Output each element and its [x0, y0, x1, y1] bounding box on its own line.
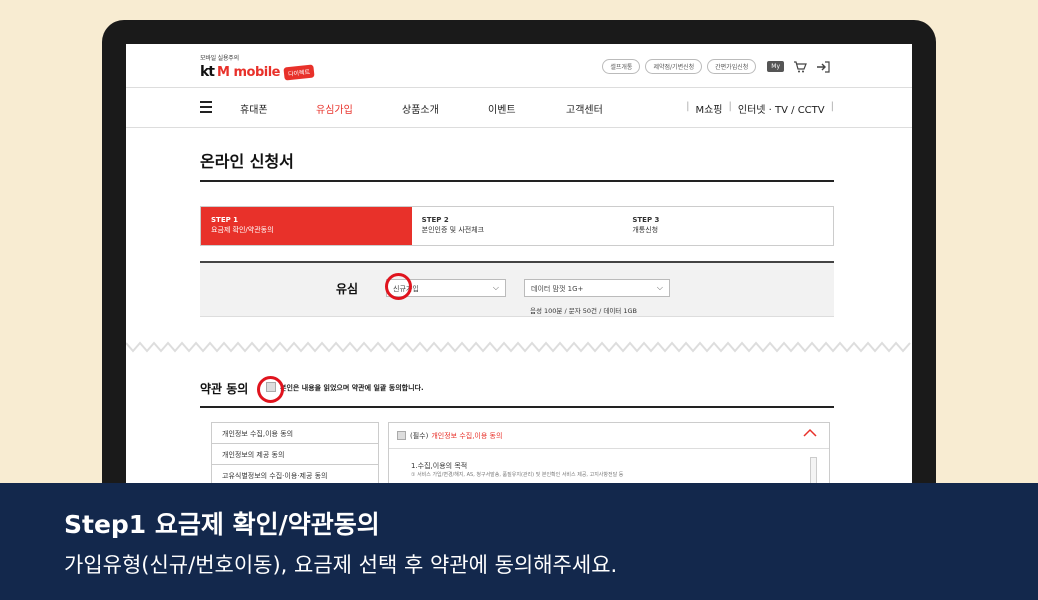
my-page-button[interactable]: My [767, 61, 784, 72]
scrollbar[interactable] [810, 457, 817, 484]
term-item[interactable]: 고유식별정보의 수집·이용·제공 동의 [211, 464, 379, 484]
nav-item-internet-tv[interactable]: 인터넷 · TV / CCTV [738, 101, 825, 116]
nav-item-support[interactable]: 고객센터 [566, 101, 603, 116]
brand[interactable]: 모바일 실용주의 kt M mobile 다이렉트 [200, 53, 315, 81]
highlight-circle [385, 273, 412, 300]
caption-title: Step1 요금제 확인/약관동의 [64, 510, 380, 539]
required-tag: (필수) [410, 431, 429, 440]
step-label: 개통신청 [632, 226, 659, 234]
step-number: STEP 3 [632, 216, 660, 224]
login-icon[interactable] [816, 60, 830, 73]
agreement-title: 약관 동의 [200, 382, 249, 396]
step-number: STEP 1 [211, 216, 239, 224]
step-indicator: STEP 1 요금제 확인/약관동의 STEP 2 본인인증 및 사전체크 ST… [200, 206, 834, 246]
step-number: STEP 2 [421, 216, 449, 224]
nav-separator: | [686, 101, 690, 112]
term-detail-title: 개인정보 수집,이용 동의 [431, 431, 503, 440]
logo-badge: 다이렉트 [283, 63, 315, 81]
logo-brand: M mobile [217, 64, 280, 80]
title-divider [200, 180, 834, 182]
slogan: 모바일 실용주의 [200, 55, 239, 62]
menu-icon[interactable] [200, 101, 212, 113]
agreement-divider [200, 406, 834, 408]
plan-value: 데이터 맘껏 1G+ [531, 285, 584, 293]
caption-subtitle: 가입유형(신규/번호이동), 요금제 선택 후 약관에 동의해주세요. [64, 553, 618, 577]
caption-banner: Step1 요금제 확인/약관동의 가입유형(신규/번호이동), 요금제 선택 … [0, 483, 1038, 600]
step-1: STEP 1 요금제 확인/약관동의 [201, 207, 412, 245]
step-label: 본인인증 및 사전체크 [421, 226, 485, 234]
utility-links: 셀프개통 제약점/기변신청 간편가입신청 My [602, 59, 830, 74]
term-checkbox[interactable] [397, 431, 406, 440]
browser-screen: 모바일 실용주의 kt M mobile 다이렉트 셀프개통 제약점/기변신청 … [126, 44, 912, 484]
nav-item-products[interactable]: 상품소개 [402, 101, 439, 116]
usim-label: 유심 [336, 282, 359, 296]
term-detail-heading: 1.수집,이용의 목적 [411, 462, 468, 470]
chevron-down-icon: ⌵ [492, 283, 499, 292]
plan-info: 음성 100분 / 문자 50건 / 데이터 1GB [530, 307, 637, 315]
term-detail-text: ① 서비스 가입/변경/해지, AS, 청구서발송, 품질유지(관리) 및 본인… [411, 472, 624, 478]
main-nav: 휴대폰 유심가입 상품소개 이벤트 고객센터 | M쇼핑 | 인터넷 · TV … [126, 88, 912, 128]
nav-item-phones[interactable]: 휴대폰 [240, 101, 268, 116]
nav-right-links: | M쇼핑 | 인터넷 · TV / CCTV | [686, 101, 834, 116]
site-header: 모바일 실용주의 kt M mobile 다이렉트 셀프개통 제약점/기변신청 … [126, 44, 912, 88]
term-item[interactable]: 개인정보 수집,이용 동의 [211, 422, 379, 443]
logo-kt: kt [200, 64, 215, 80]
zigzag-divider [126, 341, 911, 353]
chevron-up-icon[interactable] [803, 428, 817, 437]
nav-item-events[interactable]: 이벤트 [488, 101, 516, 116]
page-title: 온라인 신청서 [200, 152, 294, 171]
nav-item-mshopping[interactable]: M쇼핑 [695, 101, 722, 116]
plan-select[interactable]: 데이터 맘껏 1G+ ⌵ [524, 279, 670, 297]
cart-icon[interactable] [793, 60, 807, 73]
term-detail-header[interactable]: (필수) 개인정보 수집,이용 동의 [389, 423, 829, 449]
usim-panel: 유심 신규가입 ⌵ 데이터 맘껏 1G+ ⌵ 음성 100분 / 문자 50건 … [200, 261, 834, 317]
step-label: 요금제 확인/약관동의 [211, 226, 274, 234]
contract-change-link[interactable]: 제약점/기변신청 [645, 59, 703, 74]
highlight-circle [257, 376, 284, 403]
chevron-down-icon: ⌵ [656, 283, 663, 292]
step-2: STEP 2 본인인증 및 사전체크 [412, 207, 623, 245]
self-activation-link[interactable]: 셀프개통 [602, 59, 641, 74]
simple-join-link[interactable]: 간편가입신청 [707, 59, 757, 74]
term-detail-panel: (필수) 개인정보 수집,이용 동의 1.수집,이용의 목적 ① 서비스 가입/… [388, 422, 830, 484]
nav-separator: | [830, 101, 834, 112]
nav-item-usim-join[interactable]: 유심가입 [316, 101, 353, 116]
terms-list: 개인정보 수집,이용 동의 개인정보의 제공 동의 고유식별정보의 수집·이용·… [211, 422, 379, 484]
agree-all-label: 본인은 내용을 읽었으며 약관에 일괄 동의합니다. [280, 384, 424, 392]
term-item[interactable]: 개인정보의 제공 동의 [211, 443, 379, 464]
step-3: STEP 3 개통신청 [622, 207, 833, 245]
nav-separator: | [728, 101, 732, 112]
